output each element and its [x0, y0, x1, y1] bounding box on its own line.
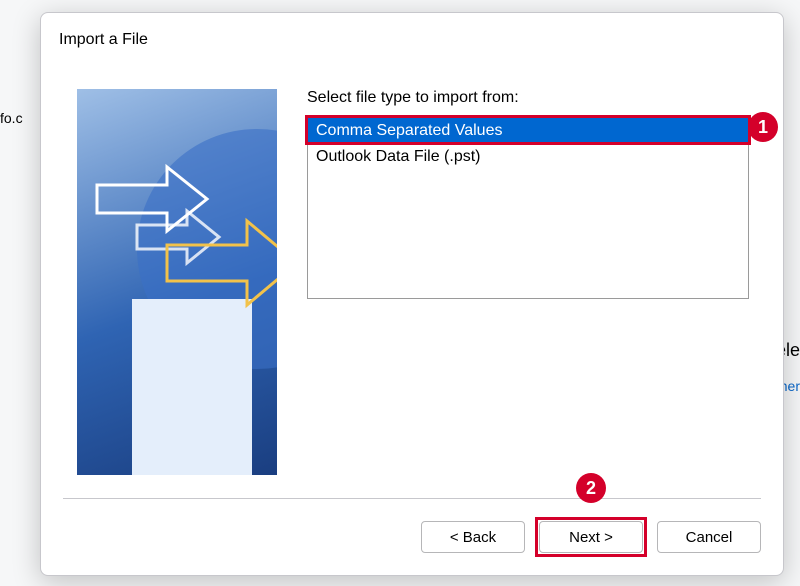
import-file-dialog: Import a File Select file type to import… — [40, 12, 784, 576]
wizard-graphic — [77, 89, 277, 475]
separator — [63, 498, 761, 499]
annotation-badge-1: 1 — [748, 112, 778, 142]
file-type-option-csv[interactable]: Comma Separated Values — [308, 118, 748, 144]
file-type-option-pst[interactable]: Outlook Data File (.pst) — [308, 144, 748, 170]
back-button[interactable]: < Back — [421, 521, 525, 553]
cancel-button[interactable]: Cancel — [657, 521, 761, 553]
instruction-label: Select file type to import from: — [307, 89, 765, 107]
dialog-button-row: < Back Next > 2 Cancel — [421, 521, 761, 553]
background-text-left: fo.c — [0, 110, 23, 126]
dialog-title: Import a File — [59, 31, 148, 49]
next-button[interactable]: Next > — [539, 521, 643, 553]
file-type-listbox[interactable]: Comma Separated Values Outlook Data File… — [307, 117, 749, 299]
